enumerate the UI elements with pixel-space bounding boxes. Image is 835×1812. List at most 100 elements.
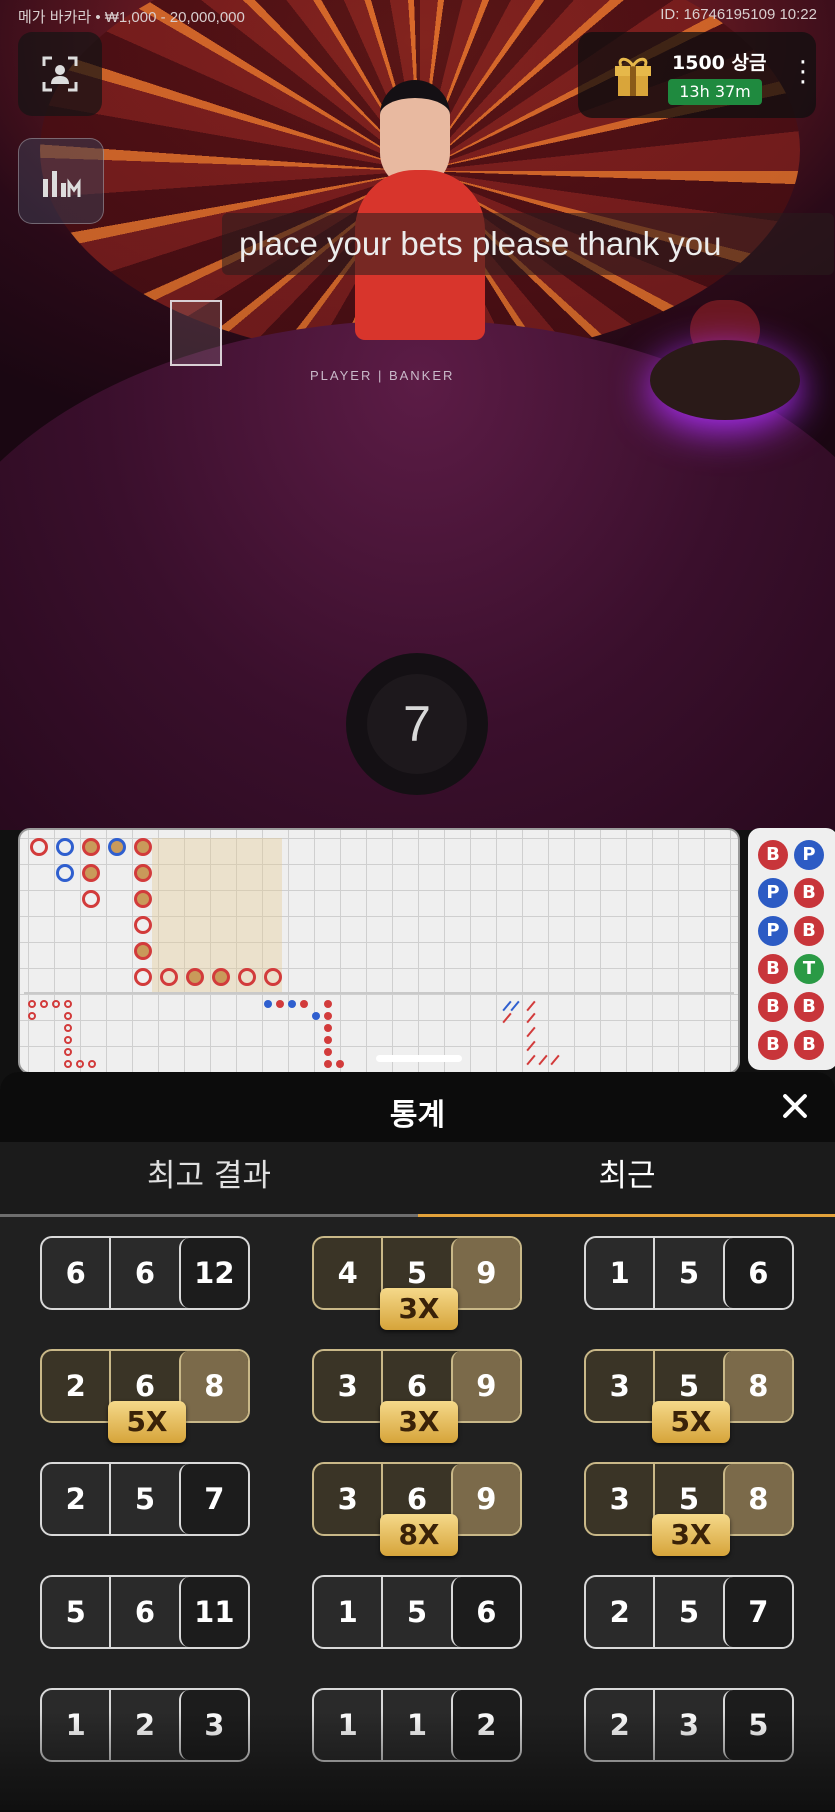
side-road-bead: B (758, 840, 788, 870)
die-2-value: 2 (134, 1708, 156, 1742)
result-item: 4 5 9 3X (312, 1236, 522, 1330)
road-dot (28, 1000, 36, 1008)
side-road-bead: B (758, 954, 788, 984)
result-item: 235 (584, 1688, 794, 1762)
drag-handle[interactable] (376, 1055, 462, 1062)
die-1-value: 3 (586, 1351, 656, 1421)
live-video: PLAYER | BANKER 메가 바카라 • ₩1,000 - 20,000… (0, 0, 835, 830)
road-dot (336, 1060, 344, 1068)
result-dice-box: 156 (312, 1575, 522, 1649)
profile-button[interactable] (18, 32, 102, 116)
die-1-value: 1 (314, 1690, 384, 1760)
die-1-value: 2 (586, 1690, 656, 1760)
statistics-button[interactable] (18, 138, 104, 224)
multiplier-badge: 3X (380, 1288, 458, 1330)
road-dot (324, 1024, 332, 1032)
road-dot (64, 1036, 72, 1044)
dice-shaker-base (650, 340, 800, 420)
die-1-value: 3 (314, 1351, 384, 1421)
side-road[interactable]: B P P B P B B T B B B B (748, 828, 835, 1070)
road-mark (134, 968, 152, 986)
side-road-bead: B (758, 1030, 788, 1060)
statistics-panel: 통계 최고 결과 최근 6 6 12 4 5 9 3X 1 5 6 2 6 8 5X 3 6 9 3X 3 5 8 5X 2… (0, 1072, 835, 1812)
result-item: 3 5 8 3X (584, 1462, 794, 1556)
road-dot (64, 1048, 72, 1056)
result-item: 3 6 9 8X (312, 1462, 522, 1556)
result-item: 123 (40, 1688, 250, 1762)
road-slash (526, 1040, 536, 1052)
die-1-value: 1 (314, 1577, 384, 1647)
bead-road[interactable] (18, 828, 740, 1074)
stats-tabs: 최고 결과 최근 (0, 1142, 835, 1217)
road-slash (550, 1054, 560, 1066)
road-mark (160, 968, 178, 986)
game-id: ID: 16746195109 10:22 (660, 6, 817, 23)
road-mark (56, 838, 74, 856)
prize-countdown: 13h 37m (668, 79, 762, 105)
road-dot (64, 1024, 72, 1032)
road-mark (30, 838, 48, 856)
side-road-bead: B (794, 1030, 824, 1060)
road-dot (64, 1012, 72, 1020)
table-info: 메가 바카라 • ₩1,000 - 20,000,000 (18, 9, 245, 26)
die-1-value: 3 (314, 1464, 384, 1534)
multiplier-badge: 3X (652, 1514, 730, 1556)
result-dice-box: 257 (40, 1462, 250, 1536)
road-dot (52, 1000, 60, 1008)
result-item: 112 (312, 1688, 522, 1762)
road-mark (82, 890, 100, 908)
result-total: 8 (722, 1464, 792, 1534)
result-total: 8 (722, 1351, 792, 1421)
road-slash (510, 1000, 520, 1012)
die-1-value: 2 (586, 1577, 656, 1647)
table-label: PLAYER | BANKER (310, 368, 455, 383)
panel-header: 통계 (0, 1072, 835, 1142)
result-total: 8 (178, 1351, 248, 1421)
road-mark (82, 864, 100, 882)
road-slash (502, 1012, 512, 1024)
road-dot (28, 1012, 36, 1020)
result-total: 3 (178, 1690, 248, 1760)
result-dice-box: 257 (584, 1575, 794, 1649)
die-2-value: 5 (134, 1482, 156, 1516)
result-item: 156 (312, 1575, 522, 1649)
result-item: 6 6 12 (40, 1236, 250, 1310)
prize-widget[interactable]: 1500 상금 13h 37m · · · (578, 32, 816, 118)
die-2-value: 5 (678, 1256, 700, 1290)
road-mark (108, 838, 126, 856)
road-divider (24, 992, 734, 994)
road-dot (64, 1000, 72, 1008)
road-mark (134, 916, 152, 934)
result-total: 9 (450, 1351, 520, 1421)
road-mark (212, 968, 230, 986)
die-1-value: 2 (42, 1351, 112, 1421)
die-1-value: 1 (42, 1690, 112, 1760)
multiplier-badge: 5X (652, 1401, 730, 1443)
side-road-bead: B (794, 992, 824, 1022)
die-1-value: 4 (314, 1238, 384, 1308)
die-1-value: 2 (42, 1464, 112, 1534)
bet-timer-value: 7 (367, 674, 467, 774)
gift-icon (615, 57, 651, 96)
side-road-bead: B (794, 916, 824, 946)
result-dice-box: 5 6 11 (40, 1575, 250, 1649)
road-dot (324, 1036, 332, 1044)
road-slash (526, 1012, 536, 1024)
card-shoe (170, 300, 222, 366)
road-dot (324, 1012, 332, 1020)
road-dot (276, 1000, 284, 1008)
result-dice-box: 6 6 12 (40, 1236, 250, 1310)
bet-timer: 7 (346, 653, 488, 795)
tab-recent[interactable]: 최근 (418, 1142, 835, 1217)
tab-top-results[interactable]: 최고 결과 (0, 1142, 418, 1217)
bar-chart-icon (43, 171, 81, 197)
result-total: 7 (722, 1577, 792, 1647)
person-frame-icon (42, 56, 78, 92)
more-vertical-icon[interactable]: · · · (799, 50, 807, 96)
road-slash (526, 1054, 536, 1066)
road-dot (312, 1012, 320, 1020)
road-mark (56, 864, 74, 882)
die-2-value: 3 (678, 1708, 700, 1742)
side-road-bead: B (794, 878, 824, 908)
close-icon[interactable] (777, 1088, 813, 1124)
